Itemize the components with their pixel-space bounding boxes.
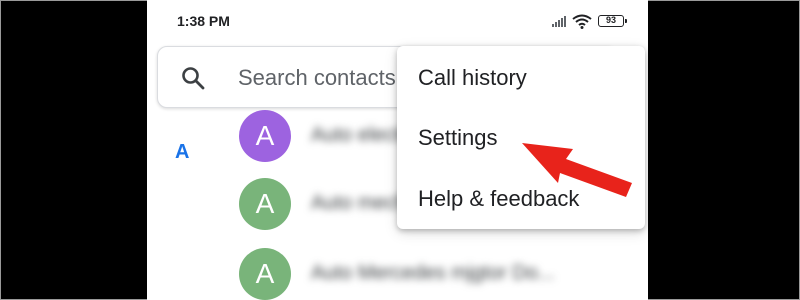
contact-name: Auto Mercedes mjgtor Do...: [311, 262, 555, 284]
search-input[interactable]: Search contacts: [238, 65, 396, 91]
section-letter: A: [175, 141, 190, 163]
signal-icon: [552, 15, 566, 27]
search-icon: [180, 65, 206, 96]
menu-item-settings[interactable]: Settings: [397, 109, 645, 167]
overflow-menu: Call history Settings Help & feedback: [397, 46, 645, 229]
battery-icon: 93: [598, 15, 627, 27]
avatar: A: [239, 248, 291, 300]
wifi-icon: [572, 14, 592, 29]
menu-item-call-history[interactable]: Call history: [397, 49, 645, 107]
avatar: A: [239, 178, 291, 230]
menu-item-help-feedback[interactable]: Help & feedback: [397, 170, 645, 228]
battery-level: 93: [605, 15, 616, 25]
status-bar: 1:38 PM 93: [147, 0, 648, 40]
contact-row[interactable]: A Auto Mercedes mjgtor Do...: [239, 248, 619, 300]
avatar: A: [239, 110, 291, 162]
status-time: 1:38 PM: [177, 13, 230, 29]
status-icons: 93: [552, 13, 627, 29]
